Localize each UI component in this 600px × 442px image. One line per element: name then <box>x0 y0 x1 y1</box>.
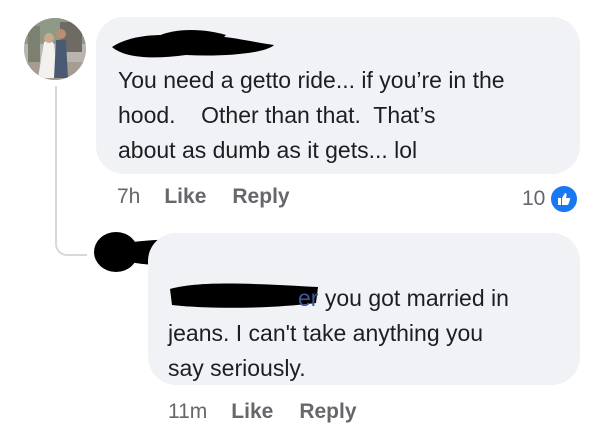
comment-timestamp[interactable]: 11m <box>168 400 207 424</box>
reply-button[interactable]: Reply <box>232 185 289 209</box>
like-button[interactable]: Like <box>231 400 273 424</box>
comment-actions-reply: 11m Like Reply <box>168 400 383 424</box>
comment-text: er you got married in jeans. I can't tak… <box>168 281 568 386</box>
reply-button[interactable]: Reply <box>299 400 356 424</box>
avatar-photo <box>24 18 86 80</box>
avatar[interactable] <box>24 18 86 80</box>
comment-actions: 7h Like Reply <box>117 185 316 209</box>
comment-text: You need a getto ride... if you’re in th… <box>118 67 505 163</box>
thumbs-up-icon <box>549 184 580 214</box>
comment-timestamp[interactable]: 7h <box>117 185 140 209</box>
comment-body: you got married in jeans. I can't take a… <box>168 285 509 381</box>
like-button[interactable]: Like <box>164 185 206 209</box>
comment-bubble-reply: er you got married in jeans. I can't tak… <box>148 233 580 385</box>
reaction-count-label: 10 <box>522 187 546 210</box>
reaction-count[interactable]: 10 <box>522 184 580 214</box>
comment-bubble: You need a getto ride... if you’re in th… <box>96 17 580 174</box>
thread-connector <box>55 86 87 256</box>
redacted-author-name <box>112 30 274 58</box>
mention-link[interactable]: er <box>298 285 318 311</box>
